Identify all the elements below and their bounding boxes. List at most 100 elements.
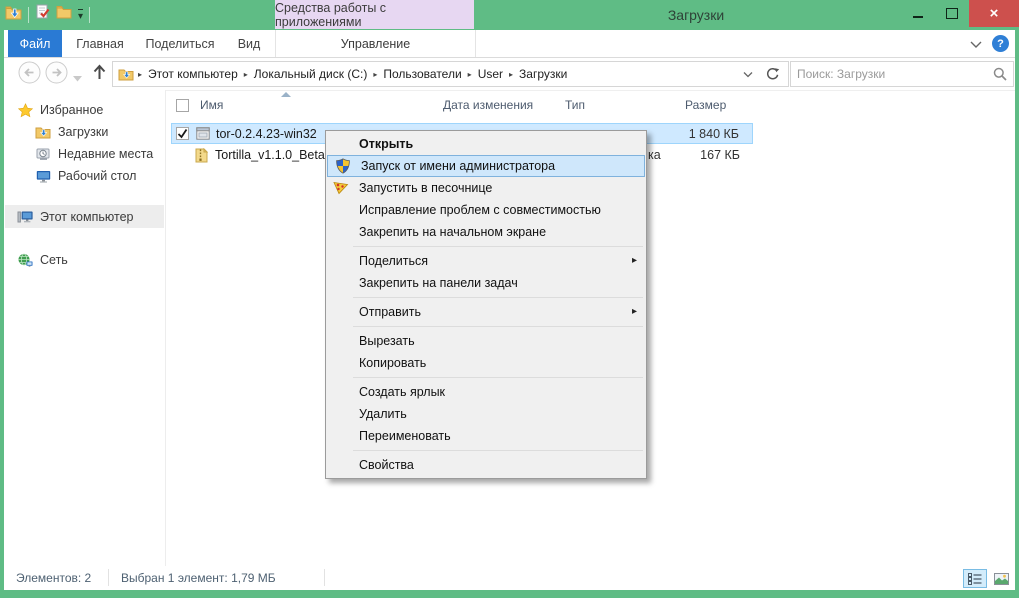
downloads-folder-icon — [5, 5, 22, 25]
status-separator — [324, 569, 325, 586]
qat-customize-dropdown[interactable] — [78, 8, 84, 21]
address-bar[interactable]: Этот компьютер Локальный диск (C:) Польз… — [112, 61, 760, 87]
menu-item-share[interactable]: Поделиться — [326, 250, 646, 272]
menu-item-label: Отправить — [359, 305, 421, 319]
column-header-row: Имя Дата изменения Тип Размер — [165, 92, 1015, 117]
window-border — [0, 590, 1019, 598]
star-icon — [16, 102, 34, 118]
desktop-monitor-icon — [34, 170, 52, 183]
menu-item-pin-to-taskbar[interactable]: Закрепить на панели задач — [326, 272, 646, 294]
details-view-button[interactable] — [963, 569, 987, 588]
sort-ascending-icon — [281, 92, 291, 97]
menu-item-label: Запуск от имени администратора — [361, 159, 556, 173]
up-button[interactable] — [92, 63, 107, 86]
back-button[interactable] — [18, 61, 41, 89]
column-header-size[interactable]: Размер — [685, 98, 726, 112]
file-name: Tortilla_v1.1.0_Beta — [215, 148, 325, 162]
close-button[interactable]: × — [969, 0, 1019, 27]
tab-home[interactable]: Главная — [68, 30, 132, 57]
menu-separator — [353, 326, 643, 327]
minimize-icon — [913, 15, 923, 18]
ribbon-tab-bar: Файл Главная Поделиться Вид Управление — [4, 30, 1015, 58]
window-border — [1015, 30, 1019, 598]
uac-shield-icon — [335, 158, 351, 174]
this-pc-icon — [16, 210, 34, 224]
breadcrumb-this-pc[interactable]: Этот компьютер — [143, 67, 243, 81]
window-border — [0, 30, 4, 598]
address-folder-icon — [113, 67, 137, 81]
menu-item-copy[interactable]: Копировать — [326, 352, 646, 374]
menu-item-run-in-sandbox[interactable]: Запустить в песочнице — [326, 177, 646, 199]
sidebar-item-label: Недавние места — [58, 147, 154, 161]
sidebar-item-favorites[interactable]: Избранное — [16, 100, 177, 120]
address-dropdown-chevron-icon[interactable] — [737, 67, 759, 81]
maximize-button[interactable] — [935, 0, 969, 27]
file-size: 167 КБ — [700, 148, 740, 162]
submenu-arrow-icon — [632, 250, 637, 272]
tab-share[interactable]: Поделиться — [138, 30, 222, 57]
recent-places-icon — [34, 147, 52, 161]
menu-item-run-as-admin[interactable]: Запуск от имени администратора — [327, 155, 645, 177]
column-header-name[interactable]: Имя — [200, 98, 223, 112]
sidebar-item-label: Рабочий стол — [58, 169, 137, 183]
help-icon[interactable] — [992, 35, 1009, 52]
sidebar-item-network[interactable]: Сеть — [16, 250, 177, 270]
row-checkbox-checked[interactable] — [176, 127, 189, 140]
menu-separator — [353, 297, 643, 298]
maximize-icon — [946, 8, 958, 19]
window-controls: × — [901, 0, 1019, 27]
sidebar-item-label: Этот компьютер — [40, 210, 134, 224]
menu-item-open[interactable]: Открыть — [326, 133, 646, 155]
menu-item-send-to[interactable]: Отправить — [326, 301, 646, 323]
sidebar-item-desktop[interactable]: Рабочий стол — [34, 166, 195, 186]
properties-icon[interactable] — [35, 4, 50, 25]
ribbon-collapse-chevron-icon[interactable] — [970, 35, 982, 53]
column-header-type[interactable]: Тип — [565, 98, 585, 112]
search-box — [790, 61, 1014, 87]
menu-item-pin-to-start[interactable]: Закрепить на начальном экране — [326, 221, 646, 243]
file-size: 1 840 КБ — [688, 127, 739, 141]
menu-item-cut[interactable]: Вырезать — [326, 330, 646, 352]
breadcrumb-users[interactable]: Пользователи — [378, 67, 466, 81]
selection-info: Выбран 1 элемент: 1,79 МБ — [121, 571, 276, 585]
window-title: Загрузки — [667, 7, 725, 23]
select-all-checkbox[interactable] — [176, 99, 189, 112]
details-view-icon — [968, 572, 982, 585]
breadcrumb-downloads[interactable]: Загрузки — [514, 67, 572, 81]
file-type-fragment: ка — [648, 148, 661, 162]
sidebar-item-label: Сеть — [40, 253, 68, 267]
menu-item-delete[interactable]: Удалить — [326, 403, 646, 425]
minimize-button[interactable] — [901, 0, 935, 27]
sidebar-item-label: Избранное — [40, 103, 104, 117]
tab-file[interactable]: Файл — [8, 30, 62, 57]
menu-item-compatibility[interactable]: Исправление проблем с совместимостью — [326, 199, 646, 221]
menu-item-create-shortcut[interactable]: Создать ярлык — [326, 381, 646, 403]
menu-separator — [353, 246, 643, 247]
search-input[interactable] — [791, 67, 993, 81]
history-dropdown-icon[interactable] — [73, 69, 82, 87]
menu-item-rename[interactable]: Переименовать — [326, 425, 646, 447]
qat-separator — [89, 6, 91, 23]
explorer-window: Средства работы с приложениями Загрузки … — [0, 0, 1019, 598]
menu-separator — [353, 450, 643, 451]
file-name: tor-0.2.4.23-win32 — [216, 127, 317, 141]
column-header-date[interactable]: Дата изменения — [443, 98, 533, 112]
tab-manage[interactable]: Управление — [275, 30, 476, 57]
menu-item-label: Поделиться — [359, 254, 429, 268]
breadcrumb-user[interactable]: User — [473, 67, 508, 81]
navigation-bar: Этот компьютер Локальный диск (C:) Польз… — [4, 57, 1015, 91]
navigation-pane: Избранное Загрузки Недавние места Рабочи… — [4, 90, 165, 566]
menu-separator — [353, 377, 643, 378]
status-separator — [108, 569, 109, 586]
application-exe-icon — [196, 127, 210, 143]
breadcrumb-local-disk-c[interactable]: Локальный диск (C:) — [249, 67, 373, 81]
thumbnail-view-button[interactable] — [990, 569, 1012, 588]
sandboxie-icon — [333, 180, 349, 195]
new-folder-icon[interactable] — [56, 5, 72, 24]
forward-button[interactable] — [45, 61, 68, 89]
tab-view[interactable]: Вид — [226, 30, 272, 57]
menu-item-properties[interactable]: Свойства — [326, 454, 646, 476]
refresh-button[interactable] — [758, 61, 789, 87]
search-magnifier-icon[interactable] — [993, 67, 1013, 81]
sidebar-item-this-pc[interactable]: Этот компьютер — [16, 207, 177, 227]
